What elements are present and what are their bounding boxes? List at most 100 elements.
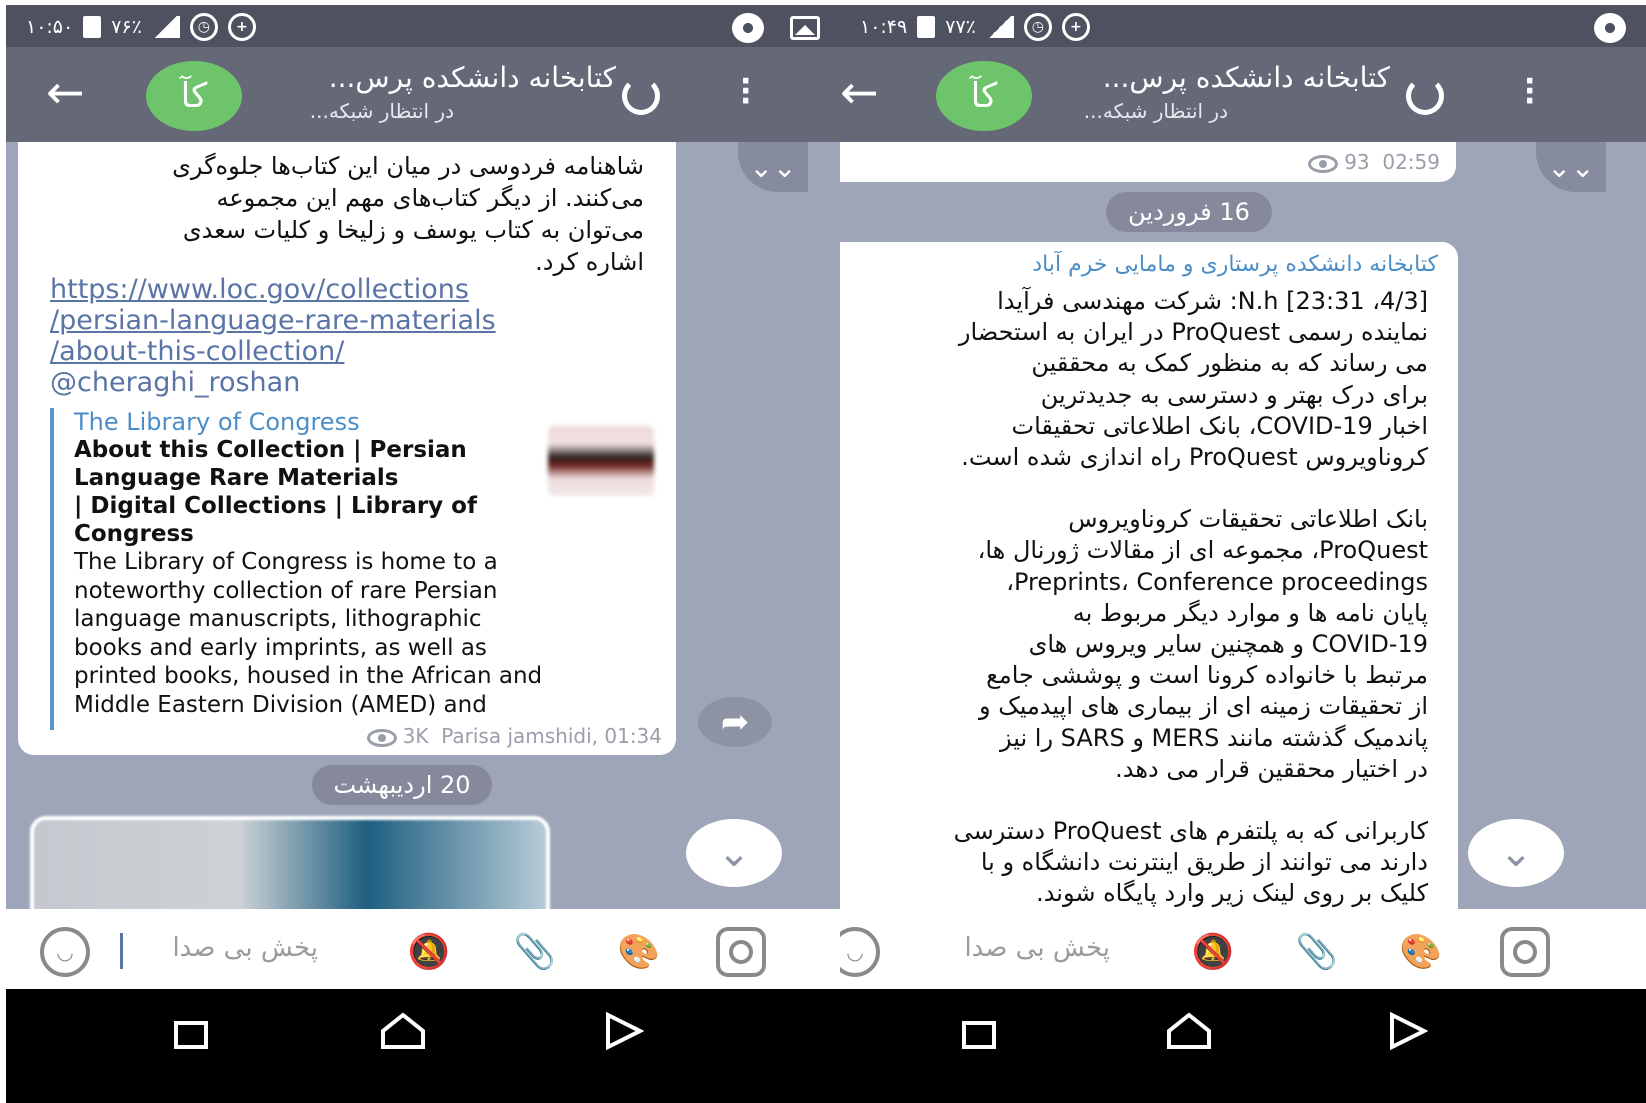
link-line[interactable]: /persian-language-rare-materials	[50, 305, 496, 336]
channel-title[interactable]: کتابخانه دانشکده پرس...	[329, 61, 616, 94]
battery-icon	[917, 16, 936, 38]
connection-status: در انتظار شبکه...	[309, 99, 454, 123]
back-arrow-icon[interactable]: ←	[46, 69, 85, 115]
channel-title[interactable]: کتابخانه دانشکده پرس...	[1103, 61, 1390, 94]
text-cursor	[120, 933, 123, 969]
link-line[interactable]: /about-this-collection/	[50, 336, 496, 367]
message-list[interactable]: 93 02:59 ⌄⌄ 16 فروردین کتابخانه دانشکده …	[840, 142, 1646, 909]
message-time: 02:59	[1382, 150, 1440, 174]
preview-title-line: Language Rare Materials	[74, 465, 399, 491]
connection-status: در انتظار شبکه...	[1083, 99, 1228, 123]
message-link[interactable]: https://www.loc.gov/collections /persian…	[50, 274, 496, 398]
message-line: از تحقیقات زمینه ای از بیماری های اپیدمی…	[979, 692, 1428, 721]
message-composer: ◡ پخش بی صدا 🔕 📎 🎨	[6, 909, 840, 989]
refresh-icon[interactable]	[622, 77, 660, 115]
back-arrow-icon[interactable]: ←	[840, 69, 879, 115]
left-screen: ۱۰:۵۰ ۷۶٪ ◷ + ← کآ کتابخانه دانشکده پرس.…	[6, 5, 840, 1103]
status-bar: ۱۰:۴۹ ۷۷٪ ◷ +	[840, 5, 1646, 47]
attach-icon[interactable]: 📎	[510, 927, 560, 977]
film-reel-icon	[1594, 13, 1626, 43]
battery-level: ۷۶٪	[111, 16, 142, 38]
more-menu-icon[interactable]: · · ·	[1524, 67, 1535, 117]
message-line	[840, 473, 1428, 504]
status-bar: ۱۰:۵۰ ۷۶٪ ◷ +	[6, 5, 840, 47]
message-line: می‌کنند. از دیگر کتاب‌های مهم این مجموعه	[216, 184, 644, 212]
media-message[interactable]	[30, 816, 550, 909]
scroll-down-button[interactable]: ⌄	[686, 819, 782, 887]
message-sender[interactable]: کتابخانه دانشکده پرستاری و مامایی خرم آب…	[1032, 252, 1438, 277]
attach-icon[interactable]: 📎	[1292, 927, 1342, 977]
scroll-down-button[interactable]: ⌄	[1468, 819, 1564, 887]
forward-icon[interactable]: ➦	[698, 697, 772, 747]
camera-icon[interactable]	[716, 927, 766, 977]
palette-icon[interactable]: 🎨	[1396, 927, 1446, 977]
double-chevron-icon[interactable]: ⌄⌄	[1536, 142, 1606, 192]
alarm-icon: ◷	[1023, 13, 1052, 41]
home-icon[interactable]	[380, 1011, 426, 1055]
system-nav-bar	[6, 989, 840, 1103]
views-icon	[366, 728, 397, 747]
film-reel-icon	[732, 13, 764, 43]
image-icon	[790, 16, 820, 40]
message-line: کلیک بر روی لینک زیر وارد پایگاه شوند.	[1036, 879, 1428, 908]
message-line: Preprints، Conference proceedings،	[1006, 567, 1428, 596]
refresh-icon[interactable]	[1406, 77, 1444, 115]
date-pill: 16 فروردین	[1106, 192, 1272, 232]
recents-icon[interactable]	[174, 1021, 208, 1049]
message-line: پایان نامه ها و موارد دیگر مربوط به	[1072, 598, 1428, 627]
message-bubble[interactable]: کتابخانه دانشکده پرستاری و مامایی خرم آب…	[840, 242, 1458, 909]
preview-desc-line: Middle Eastern Division (AMED) and	[74, 691, 487, 718]
message-input[interactable]: پخش بی صدا	[910, 933, 1110, 963]
preview-thumbnail	[548, 426, 654, 496]
view-count: 3K	[402, 724, 429, 748]
message-line	[840, 785, 1428, 816]
message-line: [4/3، 23:31] N.h: شرکت مهندسی فرآیدا	[997, 287, 1428, 315]
camera-icon[interactable]	[1500, 927, 1550, 977]
message-composer: ◡ پخش بی صدا 🔕 📎 🎨	[840, 909, 1646, 989]
preview-desc-line: printed books, housed in the African and	[74, 663, 543, 690]
message-bubble[interactable]: شاهنامه فردوسی در میان این کتاب‌ها جلوه‌…	[18, 142, 676, 755]
views-icon	[1308, 154, 1339, 173]
data-saver-icon: +	[227, 13, 256, 41]
channel-avatar[interactable]: کآ	[936, 61, 1032, 131]
emoji-icon[interactable]: ◡	[40, 927, 90, 977]
chat-header: ← کآ کتابخانه دانشکده پرس... در انتظار ش…	[6, 47, 840, 142]
home-icon[interactable]	[1166, 1011, 1212, 1055]
link-preview[interactable]: The Library of Congress About this Colle…	[50, 408, 654, 730]
previous-message-bubble[interactable]: 93 02:59	[840, 142, 1456, 182]
data-saver-icon: +	[1061, 13, 1090, 41]
message-meta: 93 02:59	[1308, 150, 1440, 174]
message-line: بانک اطلاعاتی تحقیقات کروناویروس	[1068, 505, 1428, 534]
message-line: اخبار COVID-19، بانک اطلاعاتی تحقیقات	[1011, 411, 1428, 440]
mention-link[interactable]: @cheraghi_roshan	[50, 367, 496, 398]
back-nav-icon[interactable]	[1388, 1011, 1429, 1055]
more-menu-icon[interactable]: · · ·	[740, 67, 751, 117]
double-chevron-icon[interactable]: ⌄⌄	[738, 142, 808, 192]
recents-icon[interactable]	[962, 1021, 996, 1049]
message-line: ProQuest، مجموعه ای از مقالات ژورنال ها،	[977, 536, 1428, 565]
message-text: شاهنامه فردوسی در میان این کتاب‌ها جلوه‌…	[44, 150, 644, 278]
preview-desc-line: The Library of Congress is home to a	[74, 549, 498, 575]
author-time: Parisa jamshidi, 01:34	[441, 724, 662, 748]
right-screen: ۱۰:۴۹ ۷۷٪ ◷ + ← کآ کتابخانه دانشکده پرس.…	[840, 5, 1646, 1103]
back-nav-icon[interactable]	[604, 1011, 645, 1055]
message-line: نماینده رسمی ProQuest در ایران به استحضا…	[958, 318, 1428, 347]
message-line: برای درک بهتر و دسترسی به جدیدترین	[1040, 380, 1428, 409]
message-list[interactable]: شاهنامه فردوسی در میان این کتاب‌ها جلوه‌…	[6, 142, 840, 909]
status-time: ۱۰:۴۹	[860, 16, 908, 38]
emoji-icon[interactable]: ◡	[840, 927, 880, 977]
battery-level: ۷۷٪	[945, 16, 976, 38]
signal-icon	[985, 16, 1014, 38]
silent-bell-icon[interactable]: 🔕	[1188, 927, 1238, 977]
silent-bell-icon[interactable]: 🔕	[404, 927, 454, 977]
palette-icon[interactable]: 🎨	[614, 927, 664, 977]
preview-desc-line: language manuscripts, lithographic	[74, 606, 482, 633]
message-line: COVID-19 و همچنین سایر ویروس های	[1028, 630, 1428, 659]
link-line[interactable]: https://www.loc.gov/collections	[50, 274, 496, 305]
message-line: مرتبط با خانواده کرونا است و پوششی جامع	[986, 661, 1428, 690]
preview-title-line: About this Collection | Persian	[74, 437, 467, 463]
preview-desc-line: books and early imprints, as well as	[74, 634, 487, 661]
message-line: می رساند که به منظور کمک به محققین	[1031, 349, 1428, 378]
channel-avatar[interactable]: کآ	[146, 61, 242, 131]
message-input[interactable]: پخش بی صدا	[128, 933, 318, 963]
